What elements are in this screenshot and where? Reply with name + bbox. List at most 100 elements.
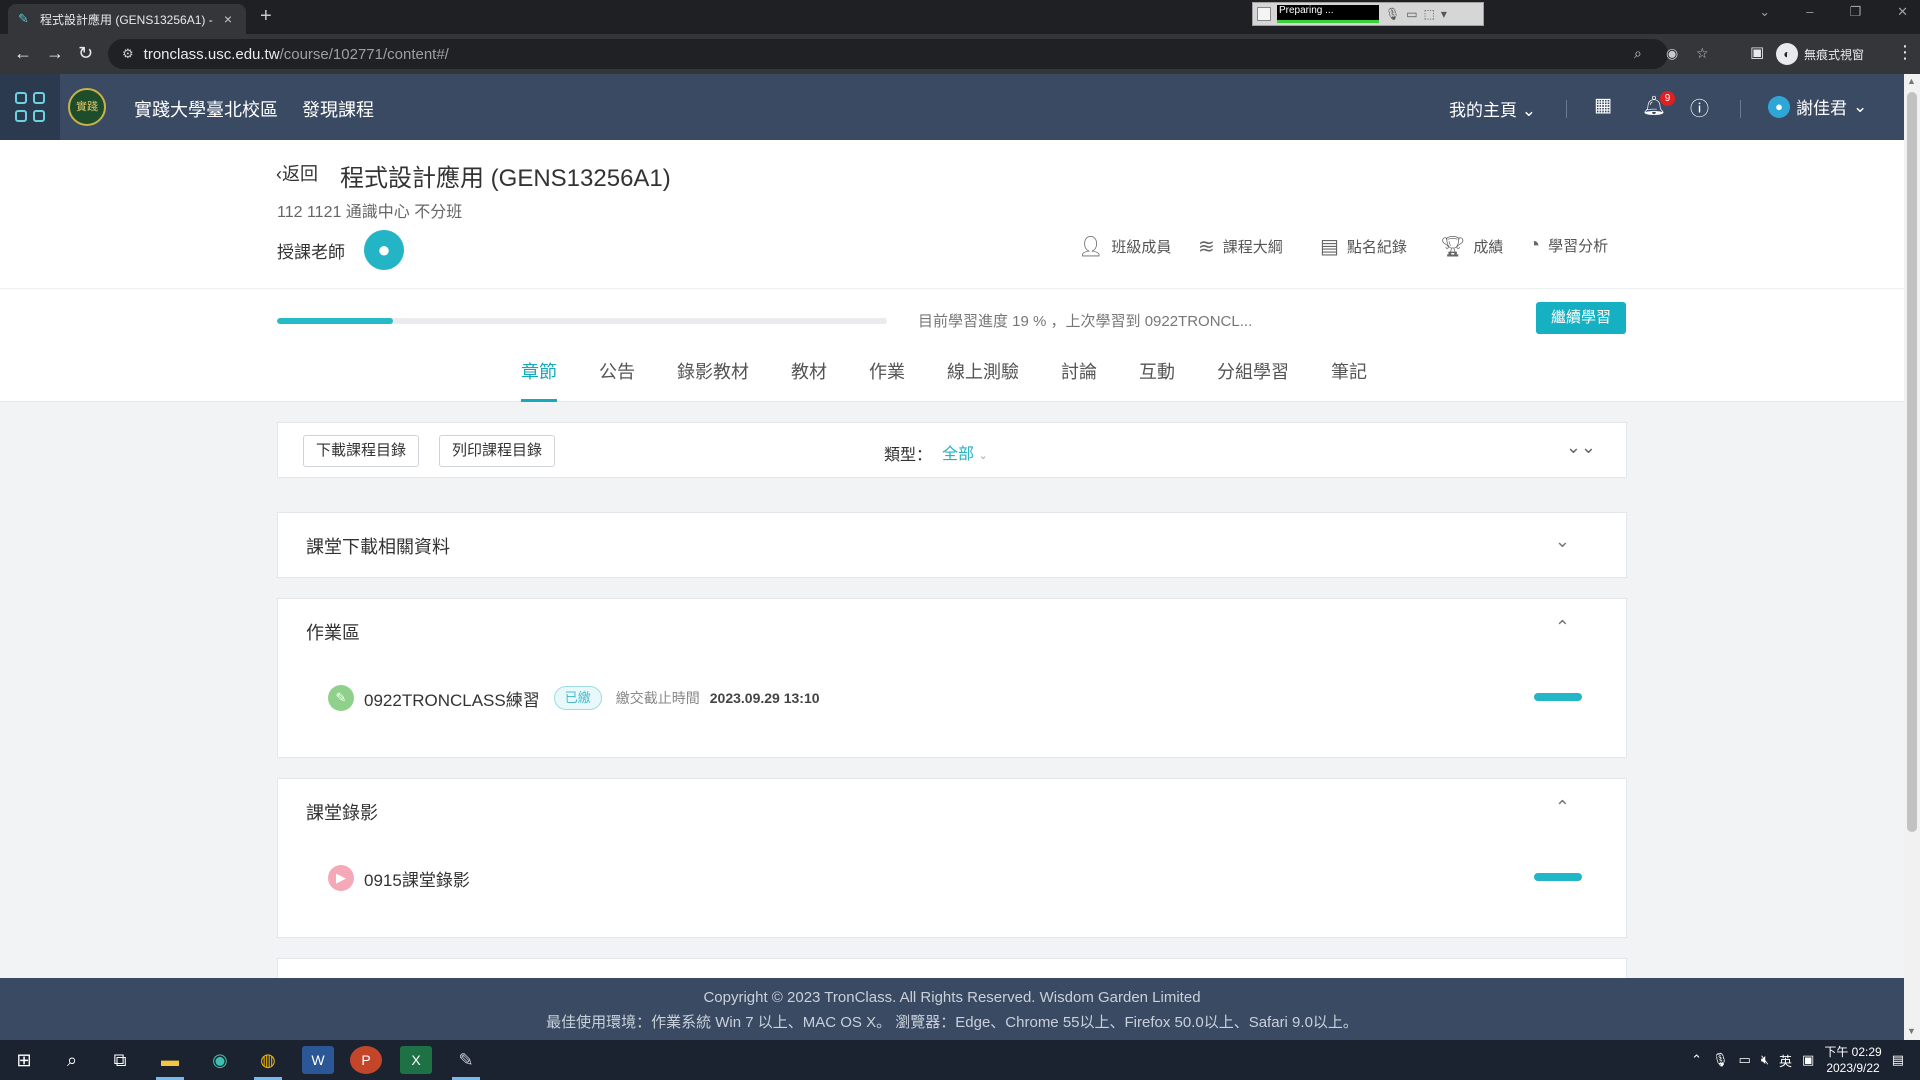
syllabus-button[interactable]: ≋ 課程大綱	[1198, 234, 1283, 259]
chrome-icon[interactable]: ◍	[252, 1046, 284, 1080]
tab-materials[interactable]: 教材	[770, 358, 848, 402]
incognito-profile-button[interactable]: ◐ 無痕式視窗	[1776, 41, 1864, 67]
windows-start-icon[interactable]: ⊞	[8, 1046, 40, 1074]
volume-muted-icon[interactable]: 🔇︎	[1761, 1052, 1769, 1068]
tab-search-button[interactable]: ⌄	[1759, 4, 1770, 20]
user-avatar-icon: ●	[1768, 95, 1790, 118]
ime-icon[interactable]: ▣	[1802, 1052, 1814, 1068]
chevron-down-icon[interactable]: ⌄	[1555, 531, 1570, 552]
completion-indicator	[1534, 873, 1582, 881]
scroll-up-icon[interactable]: ▲	[1907, 76, 1916, 86]
close-window-button[interactable]: ✕	[1897, 4, 1908, 20]
chevron-up-icon[interactable]: ⌃	[1555, 797, 1570, 818]
deadline-label: 繳交截止時間	[615, 690, 700, 706]
chevron-up-icon[interactable]: ⌃	[1555, 617, 1570, 638]
network-icon[interactable]: ▭	[1739, 1052, 1751, 1068]
recorder-stop-icon[interactable]	[1257, 7, 1271, 21]
search-icon[interactable]: ⌕	[56, 1046, 88, 1074]
download-catalog-button[interactable]: 下載課程目錄	[303, 435, 420, 467]
school-logo[interactable]: 實踐	[68, 88, 106, 126]
syllabus-icon: ≋	[1198, 236, 1215, 258]
microphone-icon[interactable]: 🎙	[1712, 1052, 1729, 1068]
section-title[interactable]: 課堂下載相關資料	[306, 533, 450, 559]
edge-icon[interactable]: ◉	[204, 1046, 236, 1074]
bookmark-star-icon[interactable]: ☆	[1696, 45, 1709, 62]
file-explorer-icon[interactable]: ▬	[154, 1046, 186, 1080]
tab-close-button[interactable]: ×	[220, 11, 236, 27]
tab-discussion[interactable]: 討論	[1040, 358, 1118, 402]
item-title[interactable]: 0915課堂錄影	[364, 866, 470, 891]
browser-menu-icon[interactable]: ⋮	[1896, 42, 1914, 63]
grades-button[interactable]: 🏆︎ 成績	[1440, 234, 1503, 259]
scroll-thumb[interactable]	[1907, 92, 1917, 832]
restore-button[interactable]: ❐	[1849, 4, 1861, 20]
class-members-button[interactable]: 👤︎ 班級成員	[1078, 234, 1171, 259]
my-home-menu[interactable]: 我的主頁 ⌄	[1449, 96, 1536, 121]
tab-notes[interactable]: 筆記	[1310, 358, 1388, 402]
collapse-all-icon[interactable]: ⌄⌄	[1566, 437, 1596, 458]
analytics-button[interactable]: ◔ 學習分析	[1528, 234, 1608, 257]
side-panel-icon[interactable]: ▣	[1750, 44, 1764, 62]
scroll-down-icon[interactable]: ▼	[1907, 1026, 1916, 1036]
reload-icon[interactable]: ↻	[78, 44, 93, 62]
item-title[interactable]: 0922TRONCLASS練習	[364, 686, 540, 711]
copyright-text: Copyright © 2023 TronClass. All Rights R…	[703, 989, 1201, 1006]
help-icon[interactable]: ⓘ	[1690, 94, 1709, 121]
incognito-icon: ◐	[1776, 43, 1798, 65]
page-scrollbar[interactable]: ▲ ▼	[1904, 74, 1920, 1040]
header-divider	[1566, 100, 1567, 118]
teacher-avatar[interactable]: ●	[364, 230, 404, 270]
tab-homework[interactable]: 作業	[848, 358, 926, 402]
video-icon: ▶	[328, 865, 354, 891]
browser-tab[interactable]: ✎ 程式設計應用 (GENS13256A1) - ×	[8, 4, 246, 34]
section-title[interactable]: 作業區	[306, 619, 360, 645]
address-bar[interactable]: ⚙ tronclass.usc.edu.tw /course/102771/co…	[108, 39, 1709, 69]
tab-chapters[interactable]: 章節	[500, 358, 578, 402]
section-title[interactable]: 課堂錄影	[306, 799, 378, 825]
back-arrow-icon[interactable]: ←	[14, 44, 32, 62]
forward-arrow-icon[interactable]: →	[46, 44, 64, 62]
minimize-button[interactable]: –	[1806, 4, 1813, 20]
tab-group-learning[interactable]: 分組學習	[1196, 358, 1310, 402]
continue-learning-button[interactable]: 繼續學習	[1536, 302, 1626, 334]
notifications-icon[interactable]: ▤	[1892, 1052, 1904, 1068]
calendar-icon[interactable]: ▦	[1594, 94, 1612, 117]
tab-announcements[interactable]: 公告	[578, 358, 656, 402]
camera-icon[interactable]: ▭	[1406, 7, 1417, 21]
rollcall-button[interactable]: ▤ 點名紀錄	[1320, 234, 1407, 259]
school-name-link[interactable]: 實踐大學臺北校區	[134, 96, 278, 122]
tab-online-quiz[interactable]: 線上測驗	[926, 358, 1040, 402]
discover-courses-link[interactable]: 發現課程	[302, 96, 374, 122]
zoom-icon[interactable]: ⌕	[1634, 45, 1642, 62]
microphone-icon[interactable]: 🎙	[1385, 7, 1400, 21]
list-item[interactable]: ✎ 0922TRONCLASS練習 已繳 繳交截止時間 2023.09.29 1…	[328, 685, 820, 711]
browser-tab-title: 程式設計應用 (GENS13256A1) -	[40, 12, 213, 27]
tab-videos[interactable]: 錄影教材	[656, 358, 770, 402]
new-tab-button[interactable]: +	[260, 6, 272, 26]
word-icon[interactable]: W	[302, 1046, 334, 1074]
task-view-icon[interactable]: ⧉	[104, 1046, 136, 1074]
user-menu[interactable]: ● 謝佳君 ⌄	[1768, 94, 1867, 119]
type-filter-value: 全部	[942, 446, 975, 463]
type-filter-select[interactable]: 全部 ⌄	[942, 440, 988, 464]
header-divider	[1740, 100, 1741, 118]
recorder-app-icon[interactable]: ✎	[450, 1046, 482, 1080]
print-catalog-button[interactable]: 列印課程目錄	[439, 435, 556, 467]
powerpoint-icon[interactable]: P	[350, 1046, 382, 1074]
clock[interactable]: 下午 02:29 2023/9/22	[1824, 1044, 1881, 1076]
browser-toolbar: ← → ↻ ⚙ tronclass.usc.edu.tw /course/102…	[0, 34, 1920, 74]
input-language[interactable]: 英	[1779, 1051, 1792, 1070]
recorder-dropdown-icon[interactable]: ▾	[1441, 7, 1447, 21]
tracking-eye-icon[interactable]: ◉	[1666, 45, 1678, 62]
app-grid-icon[interactable]	[0, 74, 60, 140]
site-info-icon[interactable]: ⚙	[122, 46, 134, 62]
user-name: 謝佳君	[1796, 99, 1847, 118]
region-select-icon[interactable]: ⬚	[1424, 7, 1435, 21]
tray-expand-icon[interactable]: ⌃	[1691, 1052, 1702, 1068]
excel-icon[interactable]: X	[400, 1046, 432, 1074]
list-item[interactable]: ▶ 0915課堂錄影	[328, 865, 470, 891]
back-link[interactable]: ‹返回	[276, 160, 318, 186]
tab-interaction[interactable]: 互動	[1118, 358, 1196, 402]
analytics-icon: ◔	[1528, 234, 1541, 256]
homework-icon: ✎	[328, 685, 354, 711]
